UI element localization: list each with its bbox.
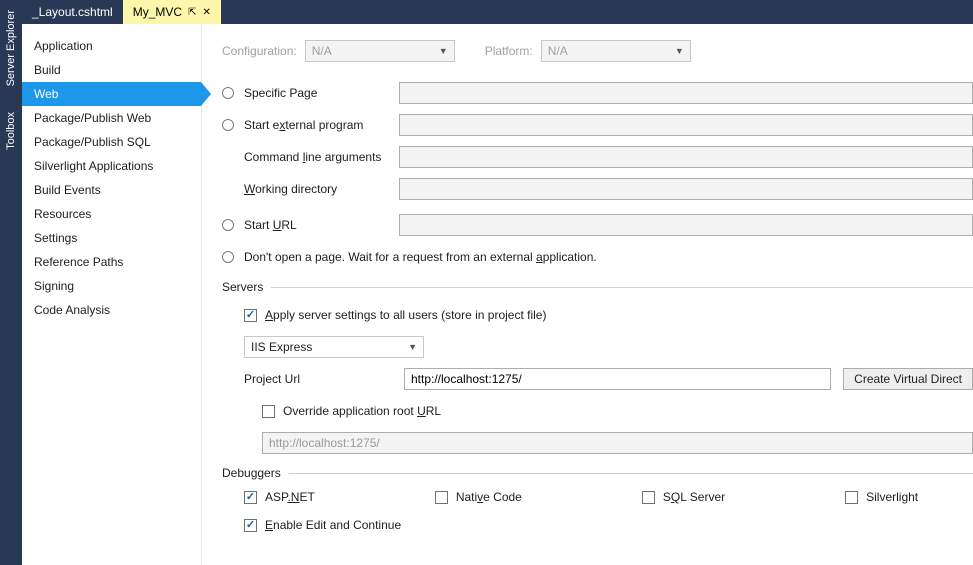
category-web[interactable]: Web [22,82,201,106]
sql-server-label: SQL Server [663,490,725,504]
tab-label: _Layout.cshtml [32,5,113,19]
side-tab-server-explorer[interactable]: Server Explorer [3,2,19,94]
server-type-value: IIS Express [251,340,312,354]
silverlight-label: Silverlight [866,490,918,504]
platform-dropdown[interactable]: N/A ▼ [541,40,691,62]
create-virtual-directory-button[interactable]: Create Virtual Direct [843,368,973,390]
external-program-label: Start external program [244,118,399,132]
document-tab-strip: _Layout.cshtml My_MVC ⇱ ✕ [22,0,973,24]
debuggers-header: Debuggers [222,466,281,480]
edit-continue-label: Enable Edit and Continue [265,518,401,532]
tab-my-mvc[interactable]: My_MVC ⇱ ✕ [123,0,221,24]
category-package-publish-web[interactable]: Package/Publish Web [22,106,201,130]
dont-open-label: Don't open a page. Wait for a request fr… [244,250,597,264]
specific-page-input[interactable] [399,82,973,104]
configuration-dropdown[interactable]: N/A ▼ [305,40,455,62]
sql-server-checkbox[interactable] [642,491,655,504]
tab-label: My_MVC [133,5,182,19]
category-reference-paths[interactable]: Reference Paths [22,250,201,274]
platform-value: N/A [548,44,568,58]
chevron-down-icon: ▼ [408,342,417,352]
category-build-events[interactable]: Build Events [22,178,201,202]
apply-all-label: Apply server settings to all users (stor… [265,308,546,322]
configuration-value: N/A [312,44,332,58]
chevron-down-icon: ▼ [439,46,448,56]
project-url-input[interactable] [404,368,831,390]
category-code-analysis[interactable]: Code Analysis [22,298,201,322]
side-tab-strip: Server Explorer Toolbox [0,0,22,565]
start-url-input[interactable] [399,214,973,236]
override-root-checkbox[interactable] [262,405,275,418]
native-code-label: Native Code [456,490,522,504]
native-code-checkbox[interactable] [435,491,448,504]
aspnet-checkbox[interactable] [244,491,257,504]
close-icon[interactable]: ✕ [202,7,210,18]
server-type-dropdown[interactable]: IIS Express ▼ [244,336,424,358]
platform-label: Platform: [485,44,533,58]
category-signing[interactable]: Signing [22,274,201,298]
silverlight-checkbox[interactable] [845,491,858,504]
radio-dont-open[interactable] [222,251,234,263]
chevron-down-icon: ▼ [675,46,684,56]
side-tab-toolbox[interactable]: Toolbox [3,104,19,158]
tab-layout-cshtml[interactable]: _Layout.cshtml [22,0,123,24]
aspnet-label: ASP.NET [265,490,315,504]
specific-page-label: Specific Page [244,86,399,100]
category-build[interactable]: Build [22,58,201,82]
configuration-label: Configuration: [222,44,297,58]
external-program-input[interactable] [399,114,973,136]
divider [271,287,973,288]
working-dir-input[interactable] [399,178,973,200]
radio-external-program[interactable] [222,119,234,131]
project-url-label: Project Url [244,372,404,386]
category-list: Application Build Web Package/Publish We… [22,24,202,565]
pin-icon[interactable]: ⇱ [188,7,196,18]
start-url-label: Start URL [244,218,399,232]
edit-continue-checkbox[interactable] [244,519,257,532]
category-silverlight[interactable]: Silverlight Applications [22,154,201,178]
radio-specific-page[interactable] [222,87,234,99]
category-settings[interactable]: Settings [22,226,201,250]
override-root-label: Override application root URL [283,404,441,418]
divider [289,473,973,474]
category-resources[interactable]: Resources [22,202,201,226]
override-root-input[interactable] [262,432,973,454]
content-pane: Configuration: N/A ▼ Platform: N/A ▼ [202,24,973,565]
radio-start-url[interactable] [222,219,234,231]
category-application[interactable]: Application [22,34,201,58]
working-dir-label: Working directory [244,182,399,196]
category-package-publish-sql[interactable]: Package/Publish SQL [22,130,201,154]
apply-all-checkbox[interactable] [244,309,257,322]
servers-header: Servers [222,280,263,294]
command-args-input[interactable] [399,146,973,168]
command-args-label: Command line arguments [244,150,399,164]
